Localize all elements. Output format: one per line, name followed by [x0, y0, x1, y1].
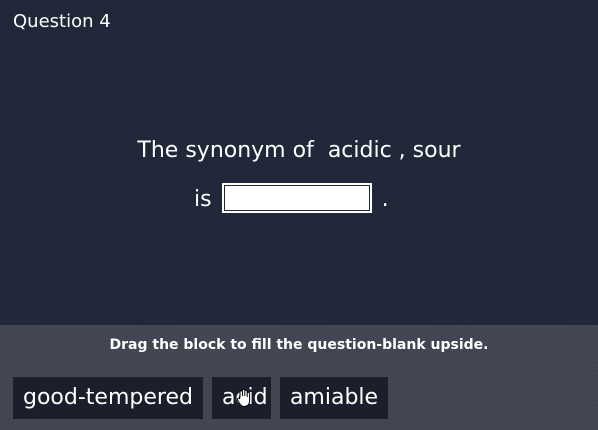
answer-block-acid[interactable]: acid	[211, 377, 271, 419]
grab-hand-icon	[236, 388, 251, 408]
question-number: Question 4	[13, 11, 111, 32]
question-blank-dropzone[interactable]	[221, 183, 372, 213]
question-keyword: acidic , sour	[327, 138, 461, 163]
instruction-text: Drag the block to fill the question-blan…	[109, 337, 489, 353]
blank-value	[223, 185, 370, 211]
question-sentence-line1: The synonym of acidic , sour	[0, 138, 598, 163]
sentence-is: is	[194, 186, 212, 212]
sentence-prefix: The synonym of	[137, 138, 314, 163]
answer-blocks: good-tempered acid amiable	[13, 377, 389, 419]
answer-block-amiable[interactable]: amiable	[279, 377, 389, 419]
answer-area: Drag the block to fill the question-blan…	[0, 325, 598, 430]
sentence-period: .	[381, 186, 389, 212]
question-sentence-line2: is .	[194, 183, 389, 213]
question-area: Question 4 The synonym of acidic , sour …	[0, 0, 598, 325]
answer-block-good-tempered[interactable]: good-tempered	[13, 377, 203, 419]
